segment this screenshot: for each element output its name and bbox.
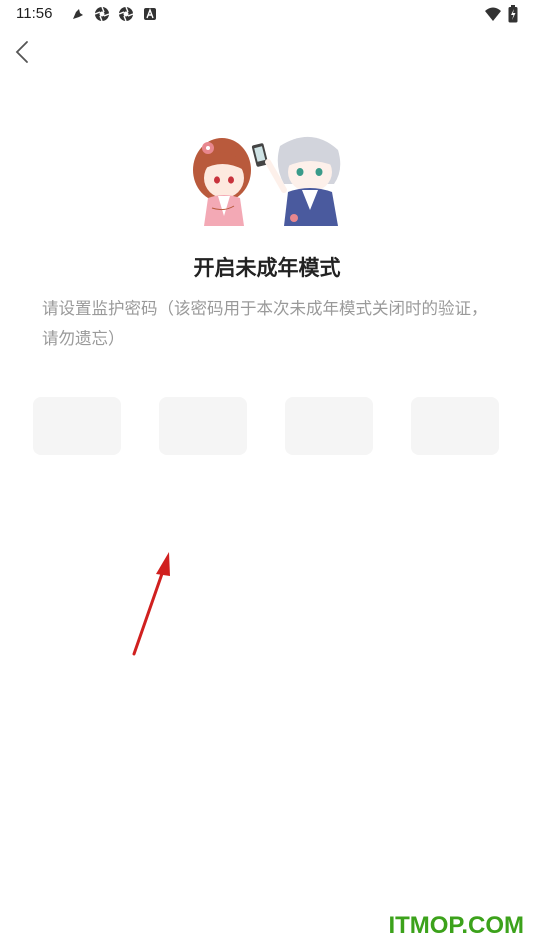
- annotation-arrow-icon: [120, 540, 190, 670]
- pin-input-row[interactable]: [33, 397, 499, 455]
- status-bar: 11:56: [0, 0, 534, 28]
- a-badge-icon: [142, 6, 158, 22]
- status-time: 11:56: [16, 5, 53, 22]
- chevron-left-icon: [10, 41, 34, 70]
- bird-icon: [70, 6, 86, 22]
- page-title: 开启未成年模式: [193, 256, 341, 280]
- wifi-icon: [484, 6, 502, 26]
- status-notification-icons: [70, 6, 158, 22]
- aperture-icon: [118, 6, 134, 22]
- pin-digit-box-4[interactable]: [411, 397, 499, 455]
- instruction-text: 请设置监护密码（该密码用于本次未成年模式关闭时的验证，请勿遗忘）: [42, 299, 488, 348]
- site-watermark: ITMOP.COM: [388, 912, 524, 939]
- aperture-icon: [94, 6, 110, 22]
- battery-charging-icon: [508, 5, 518, 27]
- status-system-icons: [484, 5, 518, 27]
- pin-digit-box-2[interactable]: [159, 397, 247, 455]
- back-button[interactable]: [10, 38, 34, 66]
- couple-illustration: [188, 126, 346, 230]
- pin-digit-box-1[interactable]: [33, 397, 121, 455]
- pin-digit-box-3[interactable]: [285, 397, 373, 455]
